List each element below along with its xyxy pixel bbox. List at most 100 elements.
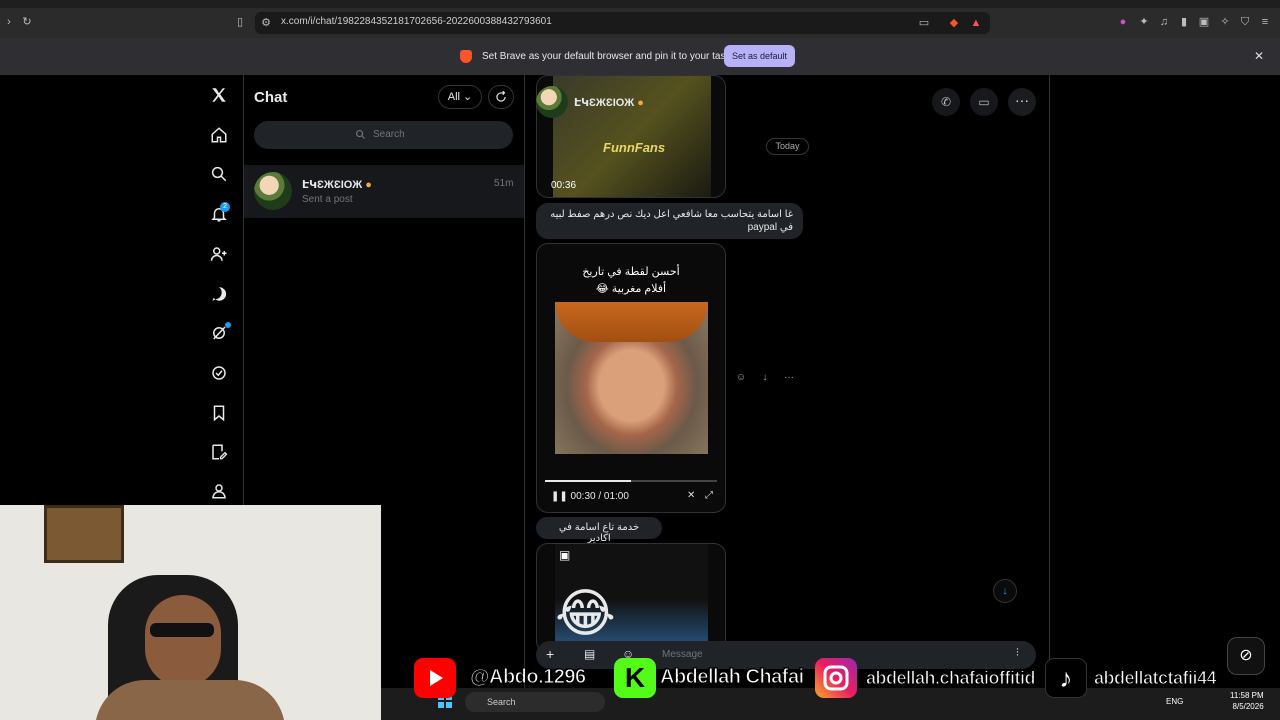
kick-logo-icon: K xyxy=(614,658,656,698)
media-icon[interactable]: ♫ xyxy=(1157,15,1171,29)
more-icon: ··· xyxy=(1015,92,1029,108)
video-thumbnail xyxy=(553,76,711,197)
arrow-down-icon: ↓ xyxy=(1002,585,1008,597)
youtube-logo-icon xyxy=(414,658,456,698)
articles-icon[interactable] xyxy=(208,441,230,463)
gif-icon[interactable]: ▤ xyxy=(584,647,595,661)
language-indicator[interactable]: ENG xyxy=(1166,697,1183,706)
wall-picture xyxy=(44,505,124,563)
grok-floating-button[interactable]: ⊘ xyxy=(1227,637,1265,675)
browser-toolbar: › ↻ ▯ ⚙ x.com/i/chat/1982284352181702656… xyxy=(0,8,1280,38)
video-message[interactable]: أحسن لقطة في تاريخ أفلام مغربية 😂 ❚❚ 00:… xyxy=(536,243,726,513)
cast-icon[interactable]: ▭ xyxy=(917,16,931,30)
x-logo-icon[interactable] xyxy=(208,84,230,106)
youtube-handle: @Abdo.1296 xyxy=(470,666,587,689)
notifications-badge: 2 xyxy=(220,202,230,212)
download-icon[interactable]: ↓ xyxy=(758,371,772,385)
scroll-to-bottom-button[interactable]: ↓ xyxy=(993,579,1017,603)
vpn-icon[interactable]: ⛉ xyxy=(1238,15,1252,29)
default-browser-infobar: Set Brave as your default browser and pi… xyxy=(0,38,1280,75)
grok-icon: ⊘ xyxy=(1239,647,1253,664)
reel-icon: ▣ xyxy=(559,548,571,562)
video-logo-text: FunnFans xyxy=(603,140,666,155)
extensions-icon[interactable]: ✦ xyxy=(1137,15,1151,29)
sidebar-icon[interactable]: ▮ xyxy=(1177,15,1191,29)
message-more-icon[interactable]: ··· xyxy=(782,371,796,385)
set-default-button[interactable]: Set as default xyxy=(724,45,795,67)
close-icon[interactable]: ✕ xyxy=(1254,49,1264,63)
plus-icon[interactable]: + xyxy=(546,646,554,662)
forward-icon[interactable]: › xyxy=(2,15,16,29)
message-input-placeholder[interactable]: Message xyxy=(662,649,703,660)
fullscreen-icon[interactable]: ⤢ xyxy=(705,490,713,501)
mute-icon[interactable]: ✕ xyxy=(687,490,695,501)
taskbar-search[interactable]: Search xyxy=(465,692,605,712)
chat-icon[interactable] xyxy=(208,283,230,305)
tab-strip xyxy=(0,0,1280,8)
react-icon[interactable]: ☺ xyxy=(734,371,748,385)
conversation-name: ԷԿƐЖƐIОЖ ● xyxy=(302,179,372,191)
infobar-text: Set Brave as your default browser and pi… xyxy=(482,51,745,62)
instagram-handle: abdellah.chafaioffitid xyxy=(865,668,1036,689)
date-separator: Today xyxy=(766,138,809,155)
header-avatar[interactable] xyxy=(536,86,568,118)
webcam-overlay xyxy=(0,505,381,720)
video-duration: 00:36 xyxy=(551,180,577,191)
tiktok-logo-icon: ♪ xyxy=(1045,658,1087,698)
filter-dropdown[interactable]: All ⌄ xyxy=(438,85,482,109)
video-progress-fill xyxy=(545,480,631,482)
verified-icon[interactable] xyxy=(208,362,230,384)
url-text: x.com/i/chat/1982284352181702656-2022600… xyxy=(281,16,552,27)
video-caption: أحسن لقطة في تاريخ أفلام مغربية 😂 xyxy=(582,266,680,295)
message-bubble[interactable]: غا اسامة يتحاسب معا شافعي اعل ديك نص دره… xyxy=(536,203,803,239)
streamer-face xyxy=(145,595,221,687)
message-composer[interactable]: + ▤ ☺ ⫶ xyxy=(536,641,1036,669)
avatar xyxy=(254,172,292,210)
taskbar-clock[interactable]: 11:58 PM 8/5/2026 xyxy=(1230,690,1264,712)
leo-ai-icon[interactable]: ✧ xyxy=(1218,15,1232,29)
new-chat-button[interactable] xyxy=(488,85,514,109)
bookmarks-icon[interactable] xyxy=(208,402,230,424)
chat-title: Chat xyxy=(254,89,288,106)
message-bubble[interactable]: خدمة تاع اسامة في اكادير xyxy=(536,517,662,544)
conversation-time: 51m xyxy=(494,178,514,189)
video-camera-icon: ▭ xyxy=(978,95,990,109)
follow-icon[interactable] xyxy=(208,243,230,265)
home-icon[interactable] xyxy=(208,124,230,146)
conversation-preview: Sent a post xyxy=(302,194,353,205)
lock-icon: ● xyxy=(637,97,644,109)
conversation-header-name[interactable]: ԷԿƐЖƐIОЖ ● xyxy=(574,96,644,109)
search-placeholder: Search xyxy=(373,129,405,140)
streamer-body xyxy=(95,680,285,720)
profile-icon[interactable] xyxy=(208,480,230,502)
phone-icon: ✆ xyxy=(940,95,952,109)
brave-shields-icon[interactable]: ◆ xyxy=(947,16,961,30)
video-call-button[interactable]: ▭ xyxy=(970,88,998,116)
bookmark-icon[interactable]: ▯ xyxy=(233,15,247,29)
chevron-down-icon: ⌄ xyxy=(463,91,473,103)
more-options-button[interactable]: ··· xyxy=(1008,88,1036,116)
pause-icon[interactable]: ❚❚ xyxy=(551,491,568,502)
site-info-icon[interactable]: ⚙ xyxy=(259,16,273,30)
extension-icon[interactable]: ● xyxy=(1116,15,1130,29)
call-button[interactable]: ✆ xyxy=(932,88,960,116)
explore-search-icon[interactable] xyxy=(208,163,230,185)
video-message[interactable]: ▣ 😂 xyxy=(536,543,726,653)
menu-icon[interactable]: ≡ xyxy=(1258,15,1272,29)
video-time: ❚❚ 00:30 / 01:00 xyxy=(551,491,629,502)
search-icon xyxy=(356,130,366,140)
reload-icon[interactable]: ↻ xyxy=(20,15,34,29)
grok-dot-indicator xyxy=(225,322,231,328)
filter-label: All xyxy=(447,91,460,103)
brave-rewards-icon[interactable]: ▲ xyxy=(969,16,983,30)
address-bar[interactable]: ⚙ x.com/i/chat/1982284352181702656-20226… xyxy=(255,12,990,34)
lock-icon: ● xyxy=(365,179,372,191)
brave-logo-icon xyxy=(460,50,472,63)
sunglasses xyxy=(150,623,214,637)
kick-name: Abdellah Chafai xyxy=(660,666,805,689)
search-input[interactable]: Search xyxy=(254,121,513,149)
instagram-logo-icon xyxy=(815,658,857,698)
wallet-icon[interactable]: ▣ xyxy=(1197,15,1211,29)
video-progress-bar[interactable] xyxy=(545,480,717,482)
voice-icon[interactable]: ⫶ xyxy=(1016,647,1019,660)
